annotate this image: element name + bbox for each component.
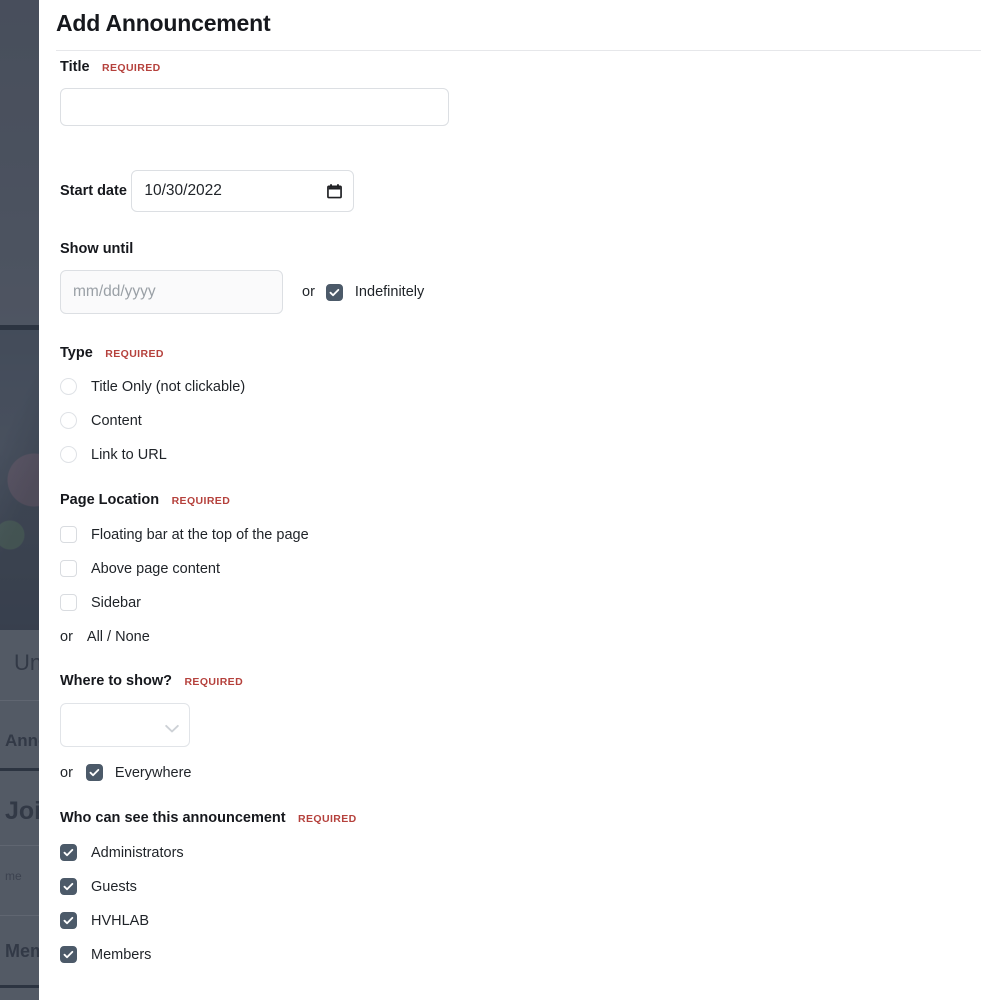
- or-label: or: [60, 629, 73, 645]
- checkbox-label: Members: [91, 946, 152, 963]
- radio-button[interactable]: [60, 378, 77, 395]
- checkbox-option-hvhlab[interactable]: HVHLAB: [60, 912, 987, 929]
- checkbox-option-administrators[interactable]: Administrators: [60, 844, 987, 861]
- checkbox-label: Floating bar at the top of the page: [91, 526, 309, 543]
- field-label: Who can see this announcement: [60, 809, 286, 826]
- page-location-all-none-row: or All / None: [60, 629, 987, 645]
- field-label: Page Location: [60, 491, 160, 508]
- required-badge: REQUIRED: [171, 494, 231, 507]
- required-badge: REQUIRED: [102, 61, 161, 74]
- header-divider: [56, 50, 981, 51]
- radio-label: Content: [91, 412, 142, 429]
- page-title: Add Announcement: [56, 10, 271, 36]
- all-none-link[interactable]: All / None: [87, 629, 150, 645]
- modal-overlay-scrim[interactable]: [0, 0, 39, 1000]
- checkbox[interactable]: [60, 844, 77, 861]
- field-label: Where to show?: [60, 672, 172, 689]
- checkbox-option-floating-bar[interactable]: Floating bar at the top of the page: [60, 526, 987, 543]
- checkbox-label: Sidebar: [91, 594, 141, 611]
- type-label-row: Type REQUIRED: [60, 344, 987, 362]
- checkbox[interactable]: [60, 912, 77, 929]
- visibility-label-row: Who can see this announcement REQUIRED: [60, 809, 987, 827]
- field-where-to-show: Where to show? REQUIRED or Everywhere: [60, 672, 987, 781]
- field-start-date: Start date: [60, 158, 987, 212]
- where-to-show-label-row: Where to show? REQUIRED: [60, 672, 987, 690]
- page-backdrop: Un Anno Joi me Mem: [0, 0, 39, 1000]
- checkbox-label: Administrators: [91, 844, 184, 861]
- checkbox-label: HVHLAB: [91, 912, 150, 929]
- page-location-label-row: Page Location REQUIRED: [60, 491, 987, 509]
- radio-button[interactable]: [60, 412, 77, 429]
- announcement-form: Title REQUIRED Start date 10/30/2022 Sho…: [39, 58, 987, 963]
- radio-option-link-to-url[interactable]: Link to URL: [60, 446, 987, 463]
- checkbox[interactable]: [60, 560, 77, 577]
- radio-button[interactable]: [60, 446, 77, 463]
- checkbox-label: Above page content: [91, 560, 220, 577]
- field-page-location: Page Location REQUIRED Floating bar at t…: [60, 491, 987, 645]
- radio-label: Link to URL: [91, 446, 167, 463]
- radio-label: Title Only (not clickable): [91, 378, 246, 395]
- field-label: Title: [60, 58, 90, 75]
- checkbox[interactable]: [60, 526, 77, 543]
- title-label-row: Title REQUIRED: [60, 58, 987, 76]
- radio-option-title-only[interactable]: Title Only (not clickable): [60, 378, 987, 395]
- checkbox-label: Guests: [91, 878, 137, 895]
- checkbox[interactable]: [60, 594, 77, 611]
- show-until-input[interactable]: [60, 270, 283, 314]
- required-badge: REQUIRED: [298, 812, 357, 825]
- required-badge: REQUIRED: [105, 347, 164, 360]
- or-label: or: [60, 764, 73, 781]
- checkbox-option-members[interactable]: Members: [60, 946, 987, 963]
- add-announcement-modal: Add Announcement Title REQUIRED Start da…: [39, 0, 987, 1000]
- field-label: Type: [60, 344, 93, 361]
- everywhere-label: Everywhere: [114, 764, 192, 781]
- everywhere-row: or Everywhere: [60, 764, 987, 781]
- or-label: or: [302, 284, 315, 300]
- start-date-wrapper: [131, 170, 355, 212]
- indefinitely-label: Indefinitely: [354, 284, 425, 300]
- checkbox[interactable]: [60, 946, 77, 963]
- checkbox[interactable]: [60, 878, 77, 895]
- show-until-row: or Indefinitely: [60, 270, 987, 314]
- where-to-show-select[interactable]: [60, 703, 190, 747]
- field-label: Start date: [60, 182, 127, 199]
- where-to-show-select-wrapper: [60, 703, 190, 747]
- everywhere-checkbox[interactable]: [85, 764, 103, 781]
- field-title: Title REQUIRED: [60, 58, 987, 126]
- checkbox-option-above-page-content[interactable]: Above page content: [60, 560, 987, 577]
- field-label: Show until: [60, 240, 134, 257]
- checkbox-option-sidebar[interactable]: Sidebar: [60, 594, 987, 611]
- required-badge: REQUIRED: [184, 675, 244, 688]
- checkbox-option-guests[interactable]: Guests: [60, 878, 987, 895]
- field-visibility: Who can see this announcement REQUIRED A…: [60, 809, 987, 963]
- start-date-input[interactable]: [131, 170, 355, 212]
- indefinitely-checkbox[interactable]: [325, 283, 343, 301]
- radio-option-content[interactable]: Content: [60, 412, 987, 429]
- field-type: Type REQUIRED Title Only (not clickable)…: [60, 344, 987, 463]
- title-input[interactable]: [60, 88, 449, 126]
- field-show-until: Show until or Indefinitely: [60, 240, 987, 314]
